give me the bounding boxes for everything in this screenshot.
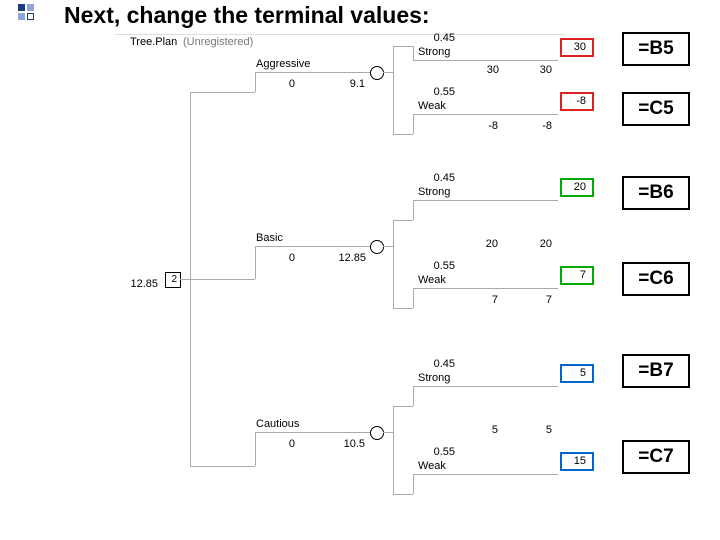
b3-o1: Strong <box>418 372 450 384</box>
ref-b7: =B7 <box>622 354 690 388</box>
b3-v1a: 5 <box>484 424 498 436</box>
branch3-ev: 10.5 <box>335 438 365 450</box>
b2-v1a: 20 <box>478 238 498 250</box>
b1-t1: 30 <box>560 41 586 53</box>
b2-v2a: 7 <box>484 294 498 306</box>
ref-b6: =B6 <box>622 176 690 210</box>
b3-o2: Weak <box>418 460 446 472</box>
decision-choice: 2 <box>166 274 177 285</box>
chance-node-3 <box>370 426 384 440</box>
branch1-ev: 9.1 <box>340 78 365 90</box>
ref-c5: =C5 <box>622 92 690 126</box>
branch1-cost: 0 <box>275 78 295 90</box>
branch3-cost: 0 <box>275 438 295 450</box>
branch1-label: Aggressive <box>256 58 310 70</box>
treeplan-name: Tree.Plan <box>130 36 177 48</box>
b1-v1b: 30 <box>528 64 552 76</box>
b2-o2: Weak <box>418 274 446 286</box>
branch3-label: Cautious <box>256 418 299 430</box>
b1-v2a: -8 <box>478 120 498 132</box>
b1-o1: Strong <box>418 46 450 58</box>
b3-v1b: 5 <box>538 424 552 436</box>
root-ev: 12.85 <box>122 278 158 290</box>
b3-t1: 5 <box>562 367 586 379</box>
b2-v2b: 7 <box>538 294 552 306</box>
b1-p1: 0.45 <box>425 32 455 44</box>
slide-title: Next, change the terminal values: <box>64 2 430 29</box>
b2-p2: 0.55 <box>425 260 455 272</box>
branch2-label: Basic <box>256 232 283 244</box>
b2-v1b: 20 <box>532 238 552 250</box>
b1-o2: Weak <box>418 100 446 112</box>
ref-c7: =C7 <box>622 440 690 474</box>
slide-bullet-icon <box>18 4 38 24</box>
ref-b5: =B5 <box>622 32 690 66</box>
b3-t2: 15 <box>560 455 586 467</box>
branch2-ev: 12.85 <box>330 252 366 264</box>
b2-t2: 7 <box>562 269 586 281</box>
chance-node-2 <box>370 240 384 254</box>
b2-t1: 20 <box>560 181 586 193</box>
ref-c6: =C6 <box>622 262 690 296</box>
b1-v1a: 30 <box>475 64 499 76</box>
chance-node-1 <box>370 66 384 80</box>
b1-t2: -8 <box>560 95 586 107</box>
b1-v2b: -8 <box>532 120 552 132</box>
b2-p1: 0.45 <box>425 172 455 184</box>
b1-p2: 0.55 <box>425 86 455 98</box>
b3-p2: 0.55 <box>425 446 455 458</box>
branch2-cost: 0 <box>275 252 295 264</box>
b3-p1: 0.45 <box>425 358 455 370</box>
treeplan-reg: (Unregistered) <box>183 36 253 48</box>
b2-o1: Strong <box>418 186 450 198</box>
